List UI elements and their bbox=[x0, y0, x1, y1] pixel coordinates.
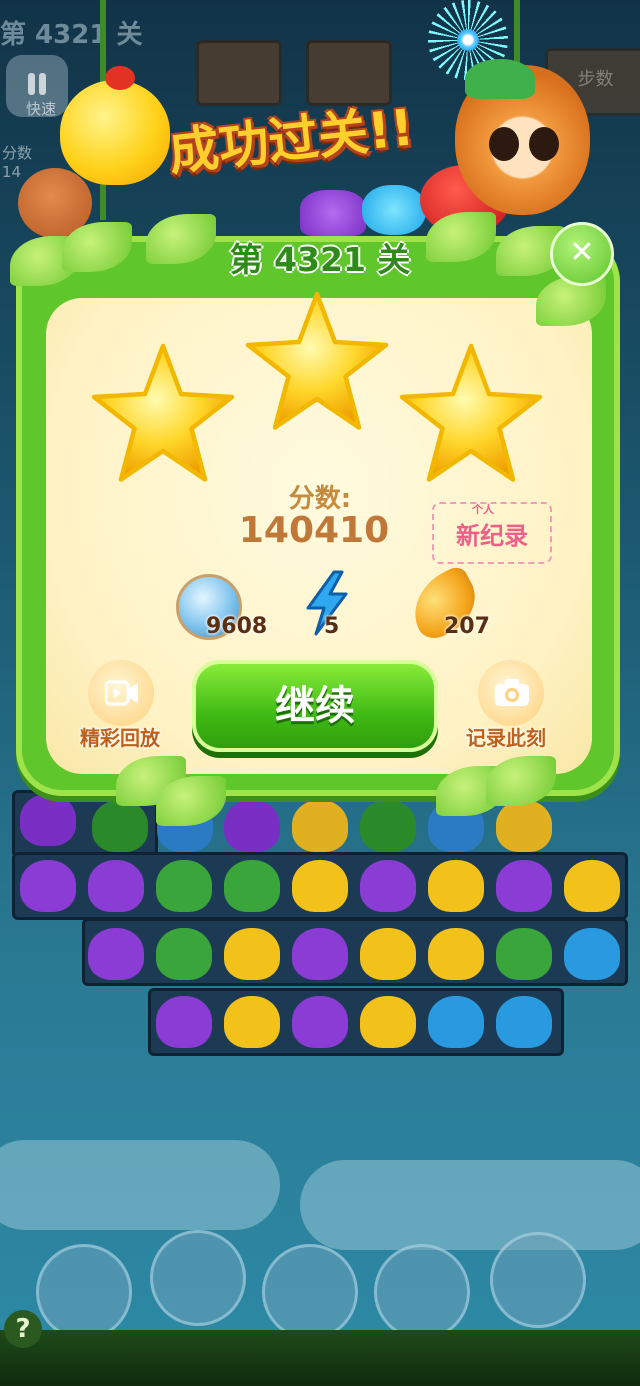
cloud-decoration bbox=[300, 1160, 640, 1250]
owl-piece[interactable] bbox=[20, 860, 76, 912]
video-icon bbox=[105, 680, 138, 706]
chick-character bbox=[60, 66, 170, 185]
frog-piece[interactable] bbox=[496, 928, 552, 980]
rocket-booster-button[interactable] bbox=[150, 1230, 246, 1326]
owl-piece[interactable] bbox=[88, 928, 144, 980]
swap-booster-button[interactable] bbox=[36, 1244, 132, 1340]
speed-label: 快速 bbox=[26, 100, 57, 118]
bean-count: 207 bbox=[444, 614, 490, 639]
owl-piece[interactable] bbox=[496, 860, 552, 912]
chick-piece[interactable] bbox=[292, 800, 348, 852]
owl-piece[interactable] bbox=[88, 860, 144, 912]
chick-piece[interactable] bbox=[224, 928, 280, 980]
owl-piece[interactable] bbox=[292, 996, 348, 1048]
chick-piece[interactable] bbox=[292, 860, 348, 912]
owl-piece[interactable] bbox=[360, 860, 416, 912]
chick-piece[interactable] bbox=[564, 860, 620, 912]
continue-button[interactable]: 继续 bbox=[192, 660, 438, 752]
new-record-badge: 个人 新纪录 bbox=[432, 502, 552, 564]
magic-wand-booster-button[interactable] bbox=[490, 1232, 586, 1328]
shuffle-booster-button[interactable] bbox=[262, 1244, 358, 1340]
star-icon-2 bbox=[245, 291, 389, 430]
record-badge-small: 个人 bbox=[472, 503, 494, 516]
chick-piece[interactable] bbox=[428, 860, 484, 912]
lightning-count: 5 bbox=[324, 614, 340, 639]
camera-icon bbox=[495, 679, 529, 706]
replay-button[interactable] bbox=[88, 660, 154, 726]
chick-piece[interactable] bbox=[224, 996, 280, 1048]
hud-score-title: 分数 bbox=[2, 144, 33, 162]
owl-piece[interactable] bbox=[20, 794, 76, 846]
frog-piece[interactable] bbox=[92, 800, 148, 852]
game-board bbox=[12, 790, 628, 1065]
target-sign bbox=[196, 40, 282, 106]
owl-piece[interactable] bbox=[224, 800, 280, 852]
blue-creature-character bbox=[362, 185, 426, 235]
raccoon-character bbox=[455, 59, 590, 215]
close-button[interactable]: ✕ bbox=[550, 222, 614, 286]
owl-piece[interactable] bbox=[292, 928, 348, 980]
coin-count: 9608 bbox=[206, 614, 268, 639]
hammer-booster-button[interactable] bbox=[374, 1244, 470, 1340]
snapshot-label: 记录此刻 bbox=[466, 726, 546, 750]
frog-piece[interactable] bbox=[156, 860, 212, 912]
help-button[interactable]: ? bbox=[4, 1310, 42, 1348]
chick-piece[interactable] bbox=[496, 800, 552, 852]
snapshot-button[interactable] bbox=[478, 660, 544, 726]
hud-score-value: 14 bbox=[2, 163, 22, 181]
ground-vines bbox=[0, 1330, 640, 1386]
frog-piece[interactable] bbox=[360, 800, 416, 852]
frog-piece[interactable] bbox=[224, 860, 280, 912]
replay-label: 精彩回放 bbox=[80, 726, 160, 750]
dialog-level-title: 第 4321 关 bbox=[229, 240, 411, 279]
blue-piece[interactable] bbox=[428, 996, 484, 1048]
hud-level-label: 第 4321 关 bbox=[0, 20, 143, 50]
owl-piece[interactable] bbox=[156, 996, 212, 1048]
owl-character bbox=[300, 190, 366, 236]
blue-piece[interactable] bbox=[564, 928, 620, 980]
chick-piece[interactable] bbox=[428, 928, 484, 980]
blue-piece[interactable] bbox=[496, 996, 552, 1048]
frog-piece[interactable] bbox=[156, 928, 212, 980]
star-icon-3 bbox=[399, 343, 543, 482]
cloud-decoration bbox=[0, 1140, 280, 1230]
hud-score-label: 分数 14 bbox=[2, 142, 32, 181]
chick-piece[interactable] bbox=[360, 996, 416, 1048]
chick-piece[interactable] bbox=[360, 928, 416, 980]
star-icon-1 bbox=[91, 343, 235, 482]
